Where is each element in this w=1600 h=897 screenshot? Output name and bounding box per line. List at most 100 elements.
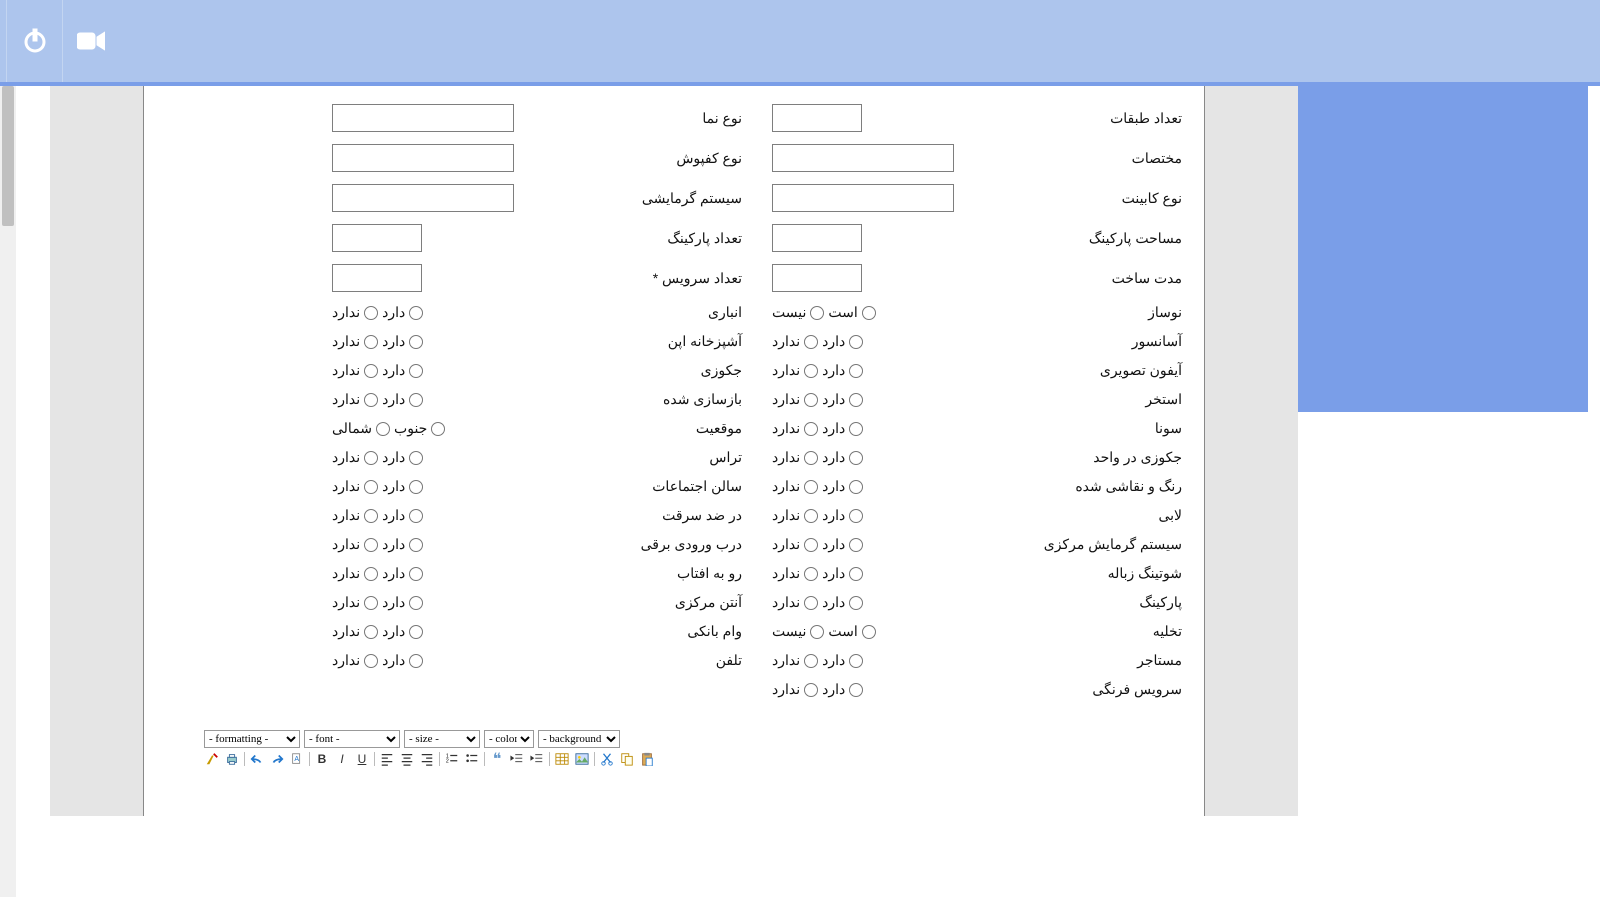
radio-option[interactable]: دارد xyxy=(822,507,863,524)
radio-input[interactable] xyxy=(849,451,863,465)
radio-input[interactable] xyxy=(364,596,378,610)
radio-option[interactable]: شمالی xyxy=(332,420,390,437)
radio-option[interactable]: ندارد xyxy=(332,478,378,495)
radio-option[interactable]: ندارد xyxy=(332,362,378,379)
print-icon[interactable] xyxy=(224,751,240,767)
clear-format-icon[interactable] xyxy=(204,751,220,767)
radio-option[interactable]: جنوب xyxy=(394,420,445,437)
radio-input[interactable] xyxy=(364,451,378,465)
radio-input[interactable] xyxy=(804,654,818,668)
radio-input[interactable] xyxy=(364,567,378,581)
radio-input[interactable] xyxy=(810,625,824,639)
radio-input[interactable] xyxy=(804,393,818,407)
radio-option[interactable]: دارد xyxy=(822,333,863,350)
editor-background-select[interactable]: - background - xyxy=(538,730,620,748)
radio-input[interactable] xyxy=(849,480,863,494)
table-icon[interactable] xyxy=(554,751,570,767)
radio-option[interactable]: ندارد xyxy=(772,391,818,408)
radio-input[interactable] xyxy=(409,625,423,639)
radio-input[interactable] xyxy=(849,683,863,697)
radio-input[interactable] xyxy=(849,509,863,523)
radio-option[interactable]: ندارد xyxy=(772,449,818,466)
radio-option[interactable]: ندارد xyxy=(332,507,378,524)
video-button[interactable] xyxy=(62,0,118,82)
unordered-list-icon[interactable] xyxy=(464,751,480,767)
radio-option[interactable]: دارد xyxy=(382,478,423,495)
power-button[interactable] xyxy=(6,0,62,82)
radio-option[interactable]: ندارد xyxy=(332,652,378,669)
radio-input[interactable] xyxy=(376,422,390,436)
radio-input[interactable] xyxy=(849,596,863,610)
radio-input[interactable] xyxy=(804,422,818,436)
radio-input[interactable] xyxy=(409,480,423,494)
indent-icon[interactable] xyxy=(529,751,545,767)
radio-input[interactable] xyxy=(804,596,818,610)
radio-input[interactable] xyxy=(849,538,863,552)
radio-option[interactable]: دارد xyxy=(382,507,423,524)
radio-option[interactable]: ندارد xyxy=(772,478,818,495)
radio-option[interactable]: دارد xyxy=(382,623,423,640)
paste-text-icon[interactable]: A xyxy=(289,751,305,767)
radio-option[interactable]: دارد xyxy=(822,681,863,698)
text-input[interactable] xyxy=(772,184,954,212)
radio-input[interactable] xyxy=(409,393,423,407)
radio-input[interactable] xyxy=(804,364,818,378)
text-input[interactable] xyxy=(332,144,514,172)
radio-option[interactable]: ندارد xyxy=(772,565,818,582)
radio-option[interactable]: ندارد xyxy=(772,362,818,379)
radio-input[interactable] xyxy=(431,422,445,436)
radio-option[interactable]: ندارد xyxy=(772,333,818,350)
radio-input[interactable] xyxy=(409,509,423,523)
radio-option[interactable]: دارد xyxy=(382,565,423,582)
text-input[interactable] xyxy=(332,104,514,132)
radio-option[interactable]: ندارد xyxy=(772,594,818,611)
outdent-icon[interactable] xyxy=(509,751,525,767)
blockquote-icon[interactable]: ❝ xyxy=(489,751,505,767)
radio-input[interactable] xyxy=(364,393,378,407)
radio-input[interactable] xyxy=(364,480,378,494)
radio-option[interactable]: ندارد xyxy=(772,652,818,669)
paste-icon[interactable] xyxy=(639,751,655,767)
image-icon[interactable] xyxy=(574,751,590,767)
radio-option[interactable]: دارد xyxy=(382,304,423,321)
radio-input[interactable] xyxy=(804,480,818,494)
radio-option[interactable]: دارد xyxy=(382,362,423,379)
radio-option[interactable]: ندارد xyxy=(772,536,818,553)
radio-input[interactable] xyxy=(804,335,818,349)
radio-option[interactable]: دارد xyxy=(822,362,863,379)
italic-icon[interactable]: I xyxy=(334,751,350,767)
radio-input[interactable] xyxy=(364,335,378,349)
radio-input[interactable] xyxy=(862,625,876,639)
text-input[interactable] xyxy=(332,224,422,252)
radio-input[interactable] xyxy=(409,654,423,668)
radio-option[interactable]: ندارد xyxy=(772,420,818,437)
radio-option[interactable]: ندارد xyxy=(332,304,378,321)
radio-input[interactable] xyxy=(409,596,423,610)
text-input[interactable] xyxy=(772,104,862,132)
copy-icon[interactable] xyxy=(619,751,635,767)
radio-input[interactable] xyxy=(364,625,378,639)
radio-option[interactable]: است xyxy=(828,304,875,321)
radio-option[interactable]: دارد xyxy=(382,391,423,408)
scrollbar-track[interactable] xyxy=(0,86,16,897)
align-right-icon[interactable] xyxy=(419,751,435,767)
radio-option[interactable]: دارد xyxy=(382,449,423,466)
radio-input[interactable] xyxy=(849,654,863,668)
radio-input[interactable] xyxy=(409,335,423,349)
radio-option[interactable]: دارد xyxy=(382,536,423,553)
radio-option[interactable]: ندارد xyxy=(332,333,378,350)
radio-option[interactable]: دارد xyxy=(382,333,423,350)
underline-icon[interactable]: U xyxy=(354,751,370,767)
radio-option[interactable]: ندارد xyxy=(772,681,818,698)
radio-input[interactable] xyxy=(849,393,863,407)
radio-input[interactable] xyxy=(849,335,863,349)
editor-font-select[interactable]: - font - xyxy=(304,730,400,748)
radio-option[interactable]: ندارد xyxy=(332,594,378,611)
radio-input[interactable] xyxy=(804,567,818,581)
radio-option[interactable]: دارد xyxy=(822,594,863,611)
radio-input[interactable] xyxy=(364,364,378,378)
editor-size-select[interactable]: - size - xyxy=(404,730,480,748)
text-input[interactable] xyxy=(772,264,862,292)
radio-input[interactable] xyxy=(409,567,423,581)
scrollbar-thumb[interactable] xyxy=(2,86,14,226)
